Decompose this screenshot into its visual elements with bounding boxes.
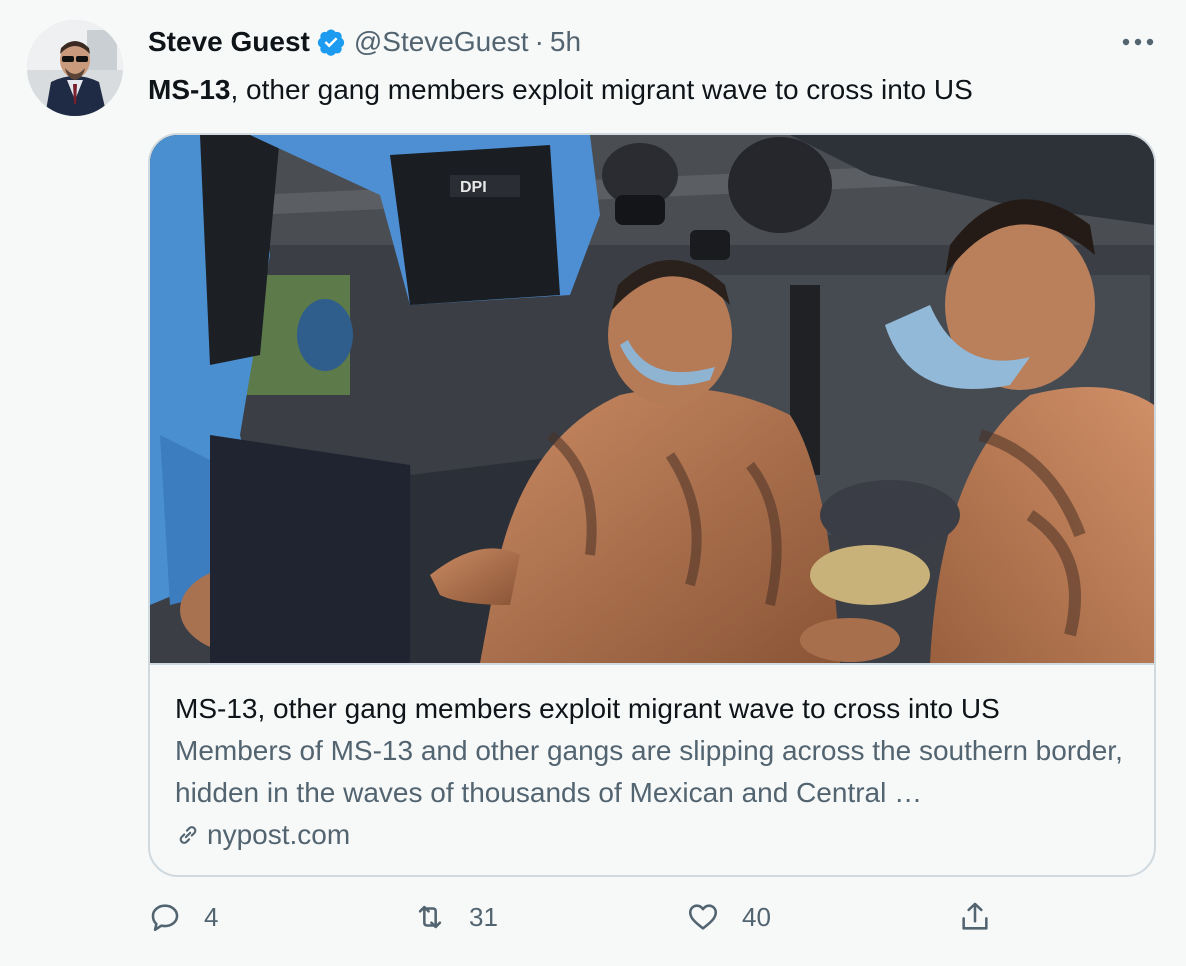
retweet-button[interactable]: 31 bbox=[413, 900, 498, 934]
share-button[interactable] bbox=[958, 900, 992, 934]
reply-icon bbox=[151, 904, 179, 932]
card-title[interactable]: MS-13, other gang members exploit migran… bbox=[175, 688, 1134, 730]
like-count: 40 bbox=[742, 901, 771, 932]
card-domain-text: nypost.com bbox=[207, 819, 351, 850]
card-photo: DPI bbox=[150, 135, 1154, 663]
author-name[interactable]: Steve Guest bbox=[148, 26, 310, 58]
retweet-count: 31 bbox=[469, 901, 498, 932]
tweet-header: Steve Guest @SteveGuest · 5h bbox=[148, 22, 581, 62]
heart-icon bbox=[688, 904, 718, 930]
like-button[interactable]: 40 bbox=[686, 900, 771, 934]
tweet-timestamp[interactable]: 5h bbox=[550, 26, 581, 58]
link-icon bbox=[179, 826, 197, 844]
tweet-text: MS-13, other gang members exploit migran… bbox=[148, 70, 973, 110]
tweet-text-rest: , other gang members exploit migrant wav… bbox=[230, 74, 973, 105]
card-description: Members of MS-13 and other gangs are sli… bbox=[175, 735, 1123, 808]
reply-count: 4 bbox=[204, 901, 219, 932]
card-body: MS-13, other gang members exploit migran… bbox=[175, 688, 1134, 856]
link-preview-card[interactable]: DPI MS-13, other gang members exploit mi… bbox=[148, 133, 1156, 877]
more-dots-icon[interactable] bbox=[1118, 32, 1158, 52]
verified-badge-icon bbox=[317, 29, 344, 56]
author-handle[interactable]: @SteveGuest bbox=[354, 26, 529, 58]
author-avatar[interactable] bbox=[27, 20, 123, 116]
avatar-photo bbox=[27, 20, 123, 116]
tweet-actions: 4 31 40 bbox=[148, 900, 998, 950]
tweet-text-bold: MS-13 bbox=[148, 74, 231, 105]
share-icon bbox=[962, 902, 988, 930]
retweet-icon bbox=[418, 905, 442, 929]
card-domain[interactable]: nypost.com bbox=[175, 814, 1134, 856]
card-image[interactable]: DPI bbox=[150, 135, 1154, 665]
header-separator: · bbox=[534, 26, 544, 57]
reply-button[interactable]: 4 bbox=[148, 900, 218, 934]
svg-text:DPI: DPI bbox=[460, 179, 487, 196]
